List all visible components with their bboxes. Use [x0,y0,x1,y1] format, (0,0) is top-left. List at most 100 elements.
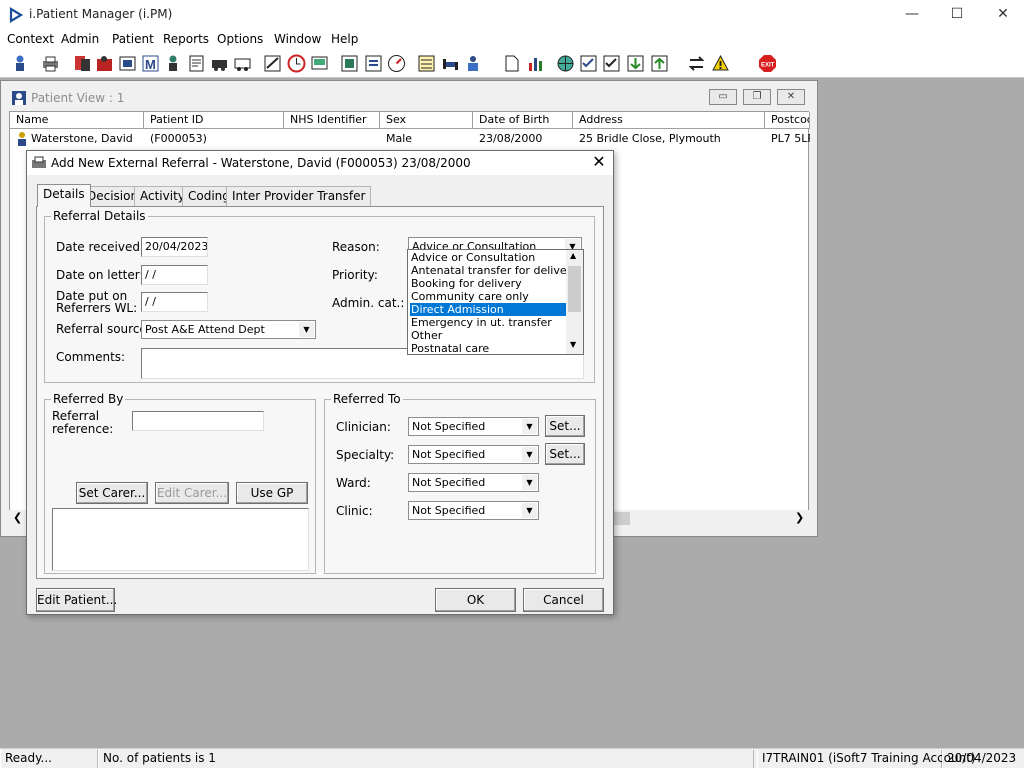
document-scan-icon[interactable] [364,54,383,73]
clock-icon[interactable] [287,54,306,73]
chevron-down-icon[interactable]: ▼ [522,475,537,490]
tab-inter-provider-transfer[interactable]: Inter Provider Transfer [226,186,372,206]
clinic-select[interactable]: Not Specified ▼ [408,501,539,520]
outpatient-icon[interactable] [95,54,114,73]
menu-window[interactable]: Window [274,32,321,46]
reason-option[interactable]: Other [410,329,567,342]
use-gp-button[interactable]: Use GP [236,482,308,504]
dialog-close-button[interactable]: ✕ [589,153,609,173]
status-bar: Ready... No. of patients is 1 I7TRAIN01 … [0,748,1024,768]
pv-close-button[interactable]: ✕ [777,89,805,105]
chevron-down-icon[interactable]: ▼ [522,447,537,462]
col-patient-id[interactable]: Patient ID [144,112,284,129]
scan-icon[interactable] [340,54,359,73]
download-icon[interactable] [626,54,645,73]
menu-admin[interactable]: Admin [61,32,99,46]
col-date-of-birth[interactable]: Date of Birth [473,112,573,129]
referral-reference-label-2: reference: [52,422,114,436]
add-referral-dialog: Add New External Referral - Waterstone, … [26,150,614,615]
pv-minimize-button[interactable]: ▭ [709,89,737,105]
maximize-button[interactable]: ☐ [946,4,968,26]
edit-patient-button[interactable]: Edit Patient... [36,588,117,612]
col-postcode[interactable]: Postcode [765,112,810,129]
chevron-down-icon[interactable]: ▼ [299,322,314,337]
reason-option[interactable]: Advice or Consultation [410,251,567,264]
scroll-right-icon[interactable]: ❯ [795,511,804,524]
status-date: 20/04/2023 [942,750,1024,768]
col-address[interactable]: Address [573,112,765,129]
waiting-list-icon[interactable] [263,54,282,73]
set-carer-button[interactable]: Set Carer... [76,482,148,504]
referral-dialog-icon [32,156,46,168]
pv-restore-button[interactable]: ❐ [743,89,771,105]
reason-option[interactable]: Antenatal transfer for delivery [410,264,578,277]
col-name[interactable]: Name [10,112,144,129]
dialog-title: Add New External Referral - Waterstone, … [51,156,471,170]
m-letter-icon[interactable]: M [141,54,160,73]
globe-icon[interactable] [556,54,575,73]
referral-source-select[interactable]: Post A&E Attend Dept ▼ [141,320,316,339]
referral-reference-field[interactable] [132,411,264,431]
notes-icon[interactable] [187,54,206,73]
patient-search-icon[interactable] [11,54,30,73]
close-button[interactable]: ✕ [992,4,1014,26]
reason-option-selected[interactable]: Direct Admission [409,302,568,317]
upload-icon[interactable] [650,54,669,73]
document-icon[interactable] [502,54,521,73]
cancel-button[interactable]: Cancel [523,588,604,612]
checklist-alt-icon[interactable] [602,54,621,73]
swap-icon[interactable] [687,54,706,73]
dialog-titlebar: Add New External Referral - Waterstone, … [27,151,613,175]
scroll-left-icon[interactable]: ❮ [13,511,22,524]
transport-icon[interactable] [210,54,229,73]
bed-icon[interactable] [441,54,460,73]
menu-patient[interactable]: Patient [112,32,154,46]
tab-details[interactable]: Details [37,184,91,207]
referral-icon[interactable] [73,54,92,73]
ok-button[interactable]: OK [435,588,516,612]
monitor-icon[interactable] [310,54,329,73]
chevron-down-icon[interactable]: ▼ [522,503,537,518]
person-transfer-icon[interactable] [464,54,483,73]
reason-option[interactable]: Postnatal care [410,342,567,355]
set-clinician-button[interactable]: Set... [545,415,585,437]
dropdown-scroll-thumb[interactable] [568,266,581,312]
referral-reference-label: Referral [52,409,100,423]
menu-context[interactable]: Context [7,32,54,46]
menu-reports[interactable]: Reports [163,32,209,46]
scroll-up-icon[interactable]: ▲ [570,251,576,260]
menu-help[interactable]: Help [331,32,358,46]
date-put-on-wl-field[interactable]: / / [141,292,208,312]
ambulance-icon[interactable] [233,54,252,73]
date-received-field[interactable]: 20/04/2023 [141,237,208,257]
reason-option[interactable]: Community care only [410,290,567,303]
col-sex[interactable]: Sex [380,112,473,129]
clinician-value: Not Specified [412,420,486,433]
bar-chart-icon[interactable] [526,54,545,73]
record-icon[interactable] [118,54,137,73]
exit-icon[interactable]: EXIT [758,54,777,73]
set-specialty-button[interactable]: Set... [545,443,585,465]
menu-options[interactable]: Options [217,32,263,46]
ward-select[interactable]: Not Specified ▼ [408,473,539,492]
scroll-down-icon[interactable]: ▼ [570,340,576,349]
clinician-select[interactable]: Not Specified ▼ [408,417,539,436]
reason-option[interactable]: Booking for delivery [410,277,567,290]
warning-icon[interactable] [711,54,730,73]
dropdown-scrollbar[interactable]: ▲ ▼ [566,250,583,354]
chevron-down-icon[interactable]: ▼ [522,419,537,434]
reason-option[interactable]: Emergency in ut. transfer [410,316,567,329]
minimize-button[interactable]: — [901,4,923,26]
print-icon[interactable] [41,54,60,73]
col-nhs-identifier[interactable]: NHS Identifier [284,112,380,129]
clinician-icon[interactable] [164,54,183,73]
clinic-label: Clinic: [336,504,373,518]
list-icon[interactable] [417,54,436,73]
date-on-letter-field[interactable]: / / [141,265,208,285]
dial-icon[interactable] [387,54,406,73]
scroll-thumb[interactable] [614,512,630,525]
reason-dropdown-list[interactable]: Advice or Consultation Antenatal transfe… [407,249,584,355]
specialty-select[interactable]: Not Specified ▼ [408,445,539,464]
patient-icon [18,132,26,146]
checklist-icon[interactable] [579,54,598,73]
